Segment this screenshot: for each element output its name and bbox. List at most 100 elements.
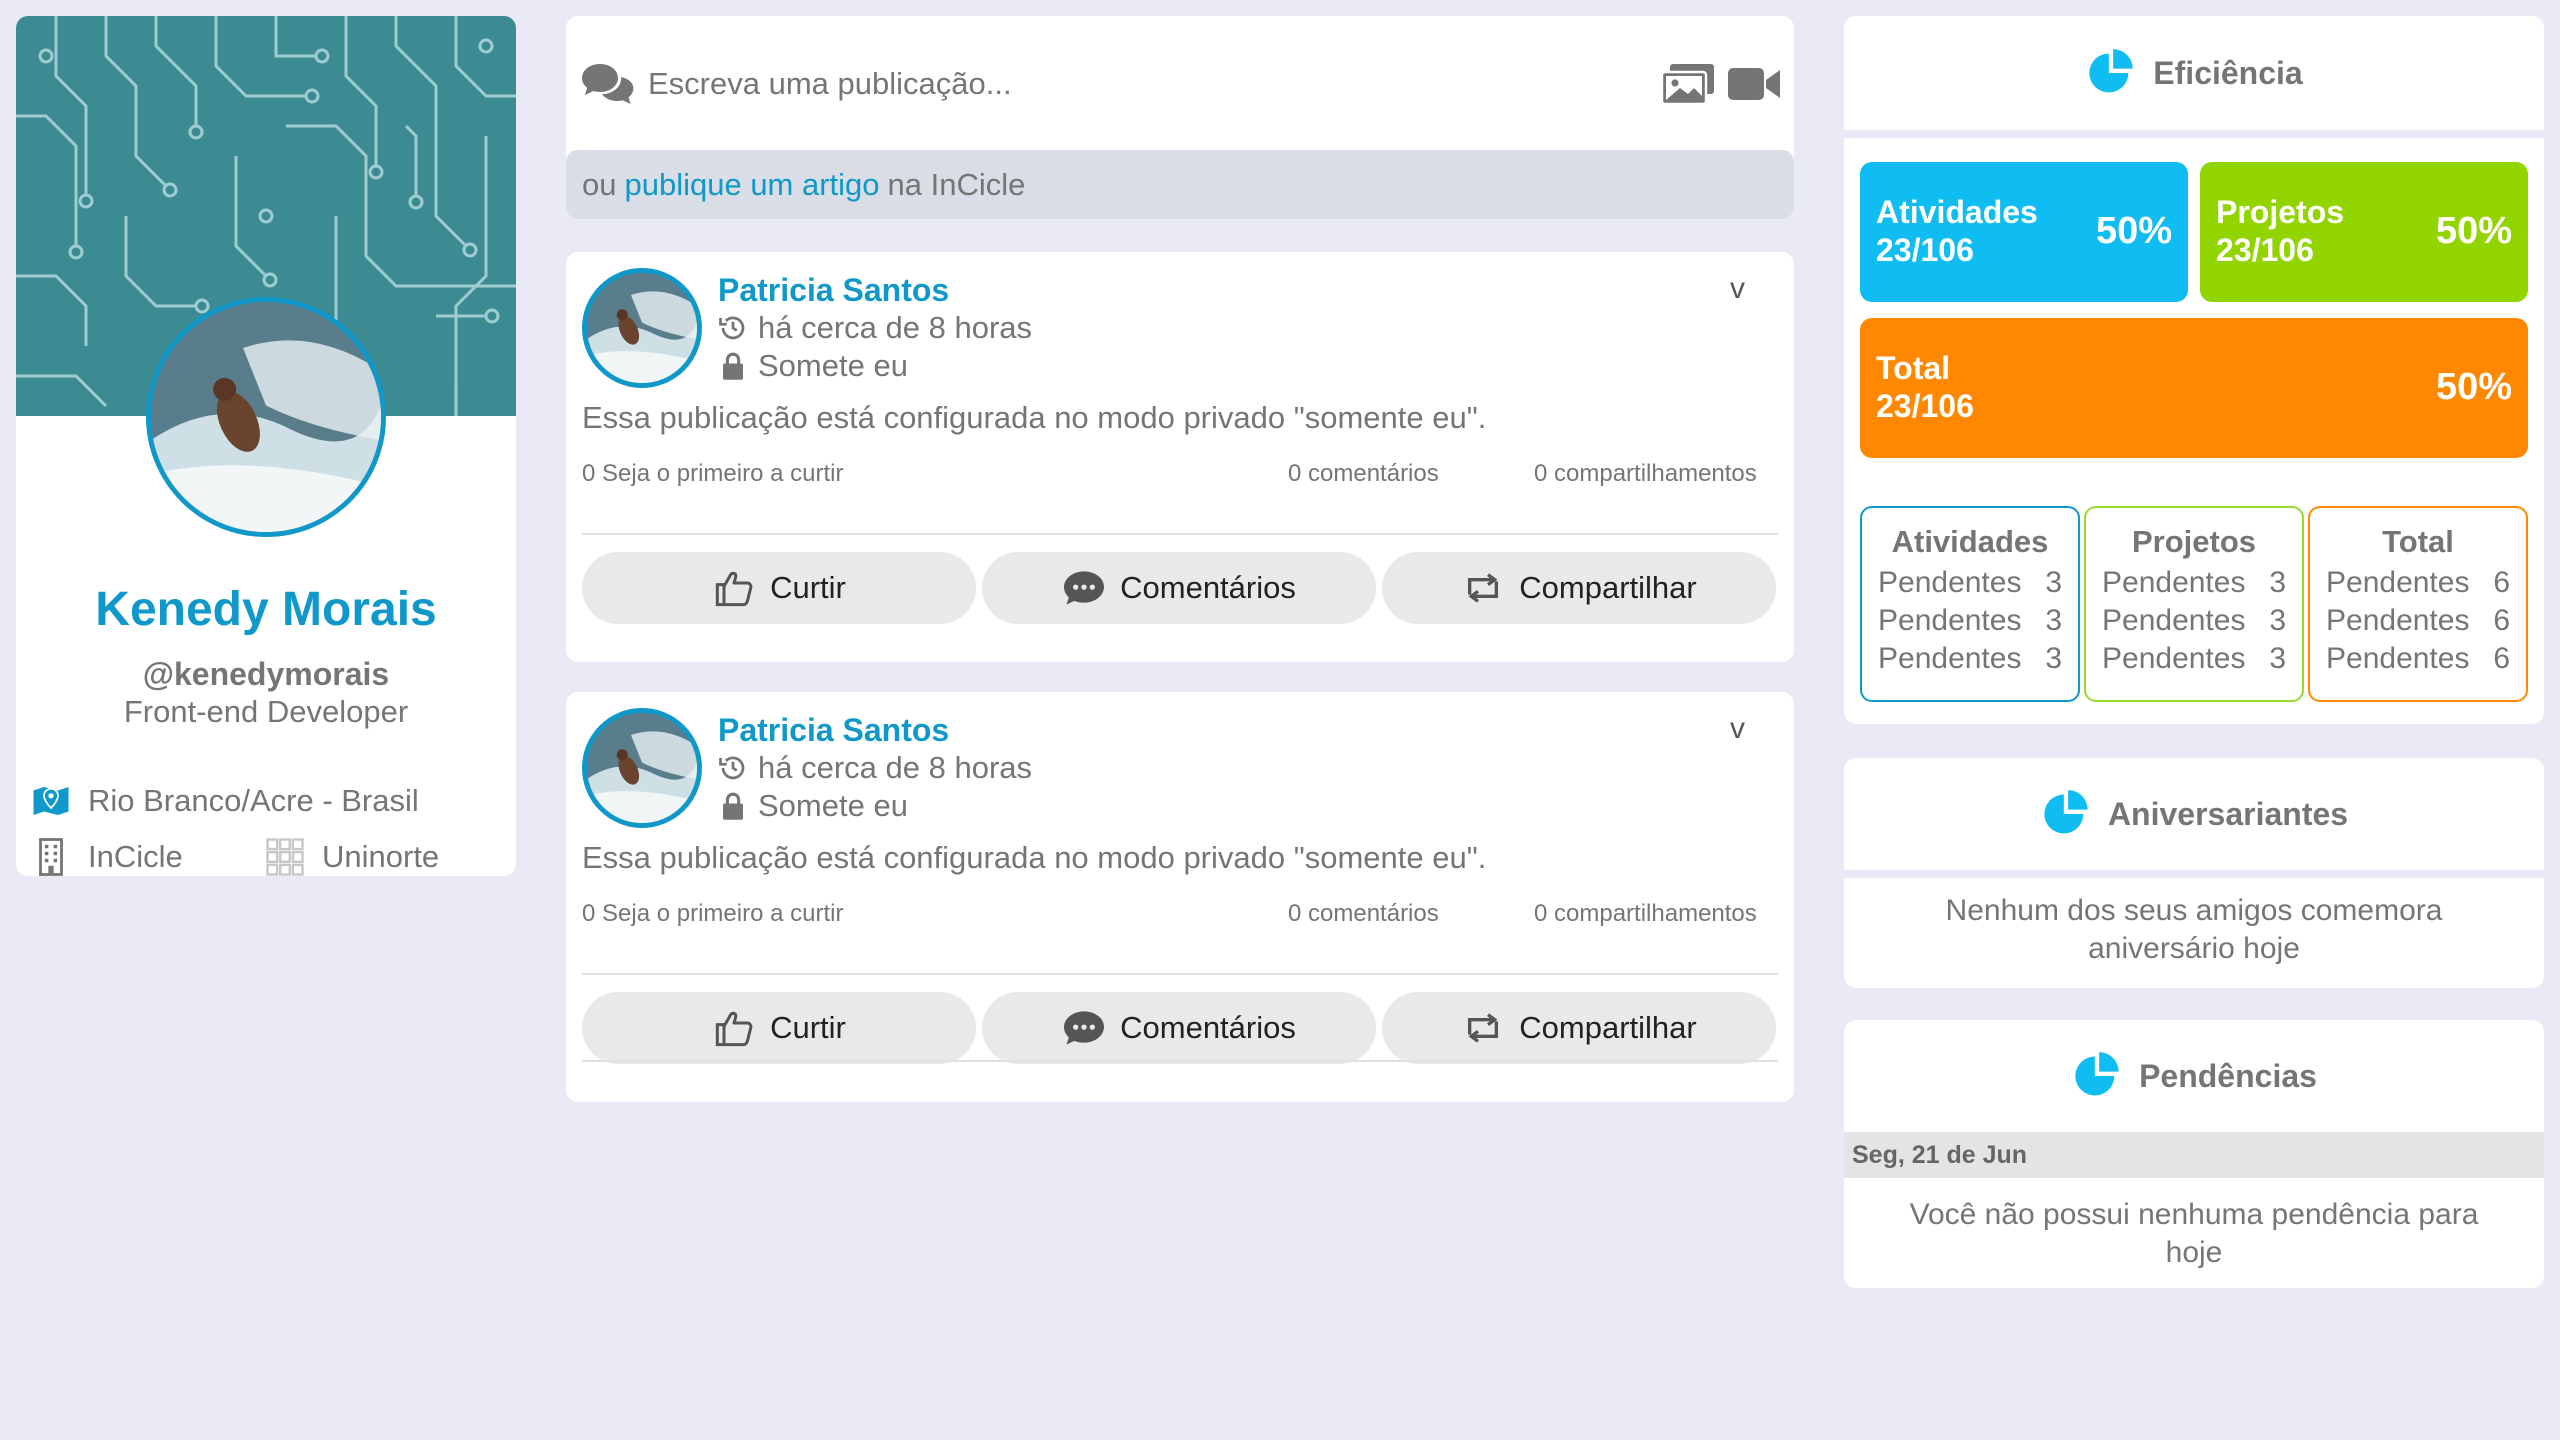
total-tile-label: Total [1876, 350, 1951, 386]
post-comments-count[interactable]: 0 comentários [1288, 460, 1439, 488]
total-tile-percent: 50% [2435, 366, 2512, 408]
post-body: Essa publicação está configurada no modo… [582, 400, 1487, 435]
composer-footer: ou publique um artigo na InCicle [566, 150, 1794, 219]
pending-row: Pendentes 6 [2310, 564, 2526, 602]
projects-box-title: Projetos [2131, 524, 2257, 559]
pending-label: Pendentes [2102, 642, 2246, 675]
birthdays-header: Aniversariantes [1844, 758, 2544, 870]
retweet-icon [1468, 1013, 1499, 1043]
post-author-name[interactable]: Patricia Santos [718, 272, 949, 309]
pending-empty-line2: hoje [2165, 1236, 2223, 1269]
post-visibility: Somete eu [718, 788, 908, 824]
efficiency-separator [1844, 130, 2544, 138]
video-camera-icon[interactable] [1726, 64, 1782, 104]
pie-chart-icon [2075, 1052, 2119, 1096]
pending-card: Pendências Seg, 21 de Jun Você não possu… [1844, 1020, 2544, 1288]
pending-row: Pendentes 3 [1862, 640, 2078, 678]
photo-icon[interactable] [1660, 62, 1716, 106]
post-author-avatar[interactable] [582, 708, 702, 828]
activities-tile-percent: 50% [2095, 210, 2172, 252]
projects-pending-box: Projetos Pendentes 3 Pendentes 3 Pendentes… [2084, 506, 2304, 702]
profile-avatar[interactable] [146, 297, 386, 537]
post-likes-count[interactable]: 0 Seja o primeiro a curtir [582, 900, 843, 928]
projects-tile-label: Projetos [2216, 194, 2345, 230]
pending-label: Pendentes [2326, 642, 2470, 675]
composer-footer-prefix: ou [582, 166, 617, 202]
comments-button[interactable]: Comentários [982, 992, 1376, 1064]
pending-label: Pendentes [2326, 566, 2470, 599]
post-divider [582, 1060, 1778, 1062]
birthdays-separator [1844, 870, 2544, 878]
pending-value: 6 [2493, 566, 2510, 599]
birthdays-card: Aniversariantes Nenhum dos seus amigos c… [1844, 758, 2544, 988]
profile-name[interactable]: Kenedy Morais [16, 582, 516, 637]
activities-box-title: Atividades [1891, 524, 2049, 559]
post-options-menu[interactable]: v [1730, 272, 1745, 306]
post-visibility-text: Somete eu [758, 788, 908, 823]
pending-label: Pendentes [1878, 604, 2022, 637]
post-comments-count[interactable]: 0 comentários [1288, 900, 1439, 928]
post-options-menu[interactable]: v [1730, 712, 1745, 746]
lock-icon [723, 352, 743, 380]
profile-handle: @kenedymorais [142, 656, 390, 692]
profile-role: Front-end Developer [123, 694, 409, 729]
pending-value: 3 [2045, 604, 2062, 637]
total-tile[interactable]: Total 23/106 50% [1860, 318, 2528, 458]
post-author-name[interactable]: Patricia Santos [718, 712, 949, 749]
total-box-title: Total [2382, 524, 2454, 559]
pending-label: Pendentes [2102, 566, 2246, 599]
pending-row: Pendentes 3 [2086, 640, 2302, 678]
pending-value: 6 [2493, 642, 2510, 675]
post-shares-count[interactable]: 0 compartilhamentos [1534, 900, 1757, 928]
pie-chart-icon [2089, 49, 2133, 93]
profile-university-text: Uninorte [322, 839, 440, 874]
projects-tile[interactable]: Projetos 23/106 50% [2200, 162, 2528, 302]
pending-row: Pendentes 3 [1862, 564, 2078, 602]
composer-input[interactable]: Escreva uma publicação... [648, 66, 1012, 102]
post-author-avatar[interactable] [582, 268, 702, 388]
profile-university: Uninorte [264, 836, 439, 876]
building-icon [30, 836, 72, 876]
thumbs-up-icon [715, 1011, 753, 1047]
like-button[interactable]: Curtir [582, 992, 976, 1064]
projects-tile-percent: 50% [2435, 210, 2512, 252]
pending-value: 6 [2493, 604, 2510, 637]
share-button[interactable]: Compartilhar [1382, 552, 1776, 624]
activities-tile-count: 23/106 [1876, 232, 1974, 268]
pending-value: 3 [2045, 642, 2062, 675]
retweet-icon [1468, 573, 1499, 603]
activities-tile[interactable]: Atividades 23/106 50% [1860, 162, 2188, 302]
comments-button[interactable]: Comentários [982, 552, 1376, 624]
post-body: Essa publicação está configurada no modo… [582, 840, 1487, 875]
projects-tile-count: 23/106 [2216, 232, 2314, 268]
pie-chart-icon [2044, 790, 2088, 834]
post-card: Patricia Santos há cerca de 8 horas Some… [566, 252, 1794, 662]
post-timestamp: há cerca de 8 horas [718, 310, 1032, 346]
post-visibility-text: Somete eu [758, 348, 908, 383]
thumbs-up-icon [715, 571, 753, 607]
pending-value: 3 [2269, 604, 2286, 637]
chat-icon [582, 64, 634, 104]
total-pending-box: Total Pendentes 6 Pendentes 6 Pendentes 6 [2308, 506, 2528, 702]
pending-title: Pendências [2139, 1057, 2317, 1094]
like-button[interactable]: Curtir [582, 552, 976, 624]
birthdays-title: Aniversariantes [2107, 795, 2349, 832]
post-time-text: há cerca de 8 horas [758, 750, 1033, 785]
efficiency-header: Eficiência [1844, 16, 2544, 130]
lock-icon [723, 792, 743, 820]
pending-row: Pendentes 3 [2086, 564, 2302, 602]
share-button[interactable]: Compartilhar [1382, 992, 1776, 1064]
share-button-label: Compartilhar [1519, 570, 1697, 605]
post-visibility: Somete eu [718, 348, 908, 384]
grid-icon [264, 836, 306, 876]
post-likes-count[interactable]: 0 Seja o primeiro a curtir [582, 460, 843, 488]
pending-row: Pendentes 6 [2310, 640, 2526, 678]
comment-icon [1064, 571, 1105, 605]
pending-date: Seg, 21 de Jun [1844, 1132, 2544, 1178]
publish-article-link[interactable]: publique um artigo [624, 167, 879, 203]
post-shares-count[interactable]: 0 compartilhamentos [1534, 460, 1757, 488]
pending-label: Pendentes [1878, 642, 2022, 675]
pending-value: 3 [2269, 642, 2286, 675]
efficiency-card: Eficiência Atividades 23/106 50% Projeto… [1844, 16, 2544, 724]
composer-footer-suffix: na InCicle [887, 166, 1026, 202]
